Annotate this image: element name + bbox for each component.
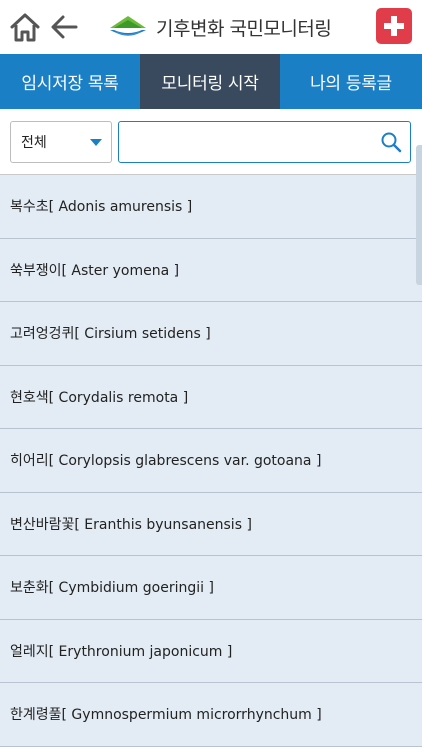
- brand: 기후변화 국민모니터링: [108, 12, 332, 42]
- caret-down-icon: [90, 139, 102, 146]
- tab-my-posts[interactable]: 나의 등록글: [280, 54, 422, 109]
- plus-icon: [384, 16, 404, 36]
- list-item[interactable]: 쑥부쟁이[ Aster yomena ]: [0, 238, 422, 302]
- tab-temp-saved[interactable]: 임시저장 목록: [0, 54, 140, 109]
- list-item[interactable]: 보춘화[ Cymbidium goeringii ]: [0, 556, 422, 620]
- list-item[interactable]: 고려엉겅퀴[ Cirsium setidens ]: [0, 302, 422, 366]
- list-item[interactable]: 히어리[ Corylopsis glabrescens var. gotoana…: [0, 429, 422, 493]
- category-select-value: 전체: [21, 135, 47, 151]
- list-item[interactable]: 한계령풀[ Gymnospermium microrrhynchum ]: [0, 683, 422, 747]
- search-input[interactable]: [125, 128, 375, 156]
- home-icon[interactable]: [8, 10, 42, 44]
- back-arrow-icon[interactable]: [48, 10, 82, 44]
- brand-logo-icon: [110, 16, 146, 36]
- filter-bar: 전체: [0, 109, 422, 175]
- search-box[interactable]: [118, 121, 411, 163]
- tab-bar: 임시저장 목록 모니터링 시작 나의 등록글: [0, 54, 422, 109]
- brand-title: 기후변화 국민모니터링: [156, 17, 332, 40]
- list-item[interactable]: 변산바람꽃[ Eranthis byunsanensis ]: [0, 492, 422, 556]
- search-icon[interactable]: [380, 131, 402, 153]
- list-item[interactable]: 현호색[ Corydalis remota ]: [0, 365, 422, 429]
- app-header: 기후변화 국민모니터링: [0, 0, 422, 54]
- list-item[interactable]: 얼레지[ Erythronium japonicum ]: [0, 619, 422, 683]
- species-list: 복수초[ Adonis amurensis ] 쑥부쟁이[ Aster yome…: [0, 175, 422, 747]
- tab-start-monitoring[interactable]: 모니터링 시작: [140, 54, 280, 109]
- add-button[interactable]: [376, 8, 412, 44]
- scrollbar[interactable]: [416, 145, 422, 285]
- list-item[interactable]: 복수초[ Adonis amurensis ]: [0, 175, 422, 239]
- category-select[interactable]: 전체: [10, 121, 112, 163]
